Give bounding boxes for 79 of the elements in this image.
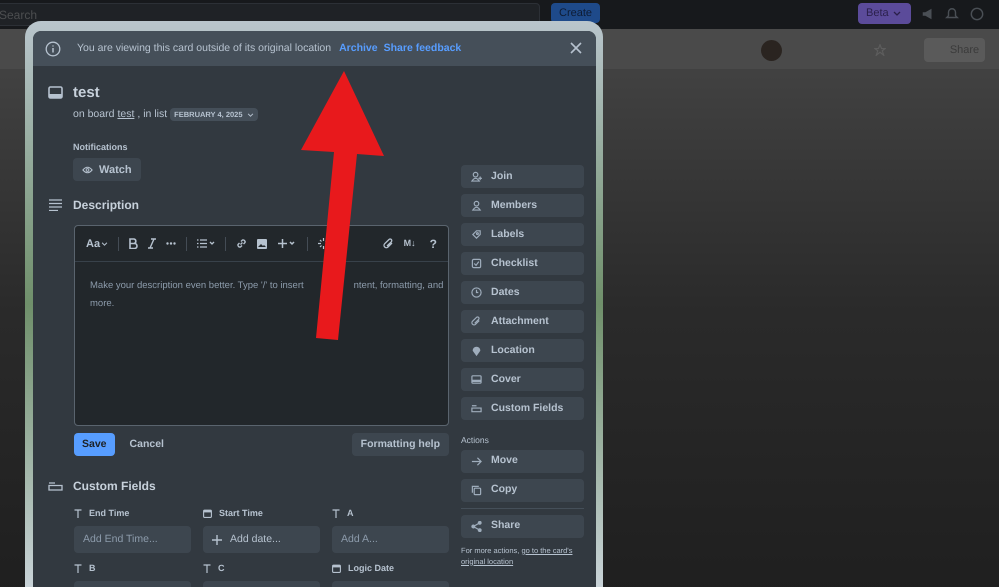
close-icon[interactable] <box>570 42 582 54</box>
field-label: Start Time <box>219 506 263 520</box>
custom-fields-icon <box>471 403 482 414</box>
chevron-icon <box>101 242 108 246</box>
description-placeholder: Make your description even better. Type '/' to insert <box>90 279 304 294</box>
share-icon <box>471 520 482 532</box>
section-heading: Custom Fields <box>73 478 156 496</box>
description-placeholder: more. <box>90 297 114 312</box>
field-label: A <box>347 506 354 520</box>
watch-button[interactable]: Watch <box>73 158 141 182</box>
field-input[interactable]: Add A... <box>332 526 449 554</box>
chevron-icon <box>892 11 901 16</box>
image-icon[interactable] <box>257 238 268 249</box>
card-title: test <box>73 83 101 103</box>
field-label: End Time <box>89 506 130 520</box>
text-icon <box>74 564 82 573</box>
list-icon[interactable] <box>197 239 216 248</box>
field-label: C <box>218 562 224 574</box>
link-icon[interactable] <box>236 238 248 250</box>
description-placeholder: ntent, formatting, and <box>354 279 444 294</box>
cancel-button[interactable]: Cancel <box>114 433 179 456</box>
sidebar-button[interactable]: Members <box>461 194 584 217</box>
description-icon <box>48 199 63 212</box>
text-icon <box>74 508 82 518</box>
person-icon <box>471 200 482 211</box>
eye-icon <box>82 166 93 174</box>
notifications-label: Notifications <box>73 140 129 154</box>
description-editor[interactable]: Aa M↓ ? Make your description even better. Type '/' to insert ntent, formatting, and more. <box>74 225 449 426</box>
clock-icon <box>471 287 482 298</box>
actions-label: Actions <box>461 434 490 447</box>
custom-fields-icon <box>48 482 63 491</box>
field-label: B <box>89 562 96 574</box>
calendar-icon <box>203 508 212 518</box>
sidebar-button[interactable]: Share <box>461 514 584 538</box>
paperclip-icon[interactable] <box>382 238 394 250</box>
tag-icon <box>471 229 482 240</box>
text-style-button[interactable]: Aa <box>86 236 108 252</box>
pin-icon <box>471 345 482 356</box>
save-button[interactable]: Save <box>74 433 115 456</box>
location-text: on board <box>73 107 114 122</box>
italic-icon[interactable] <box>148 238 156 250</box>
chevron-icon <box>246 112 254 117</box>
markdown-toggle[interactable]: M↓ <box>404 237 416 250</box>
section-heading: Description <box>73 197 140 214</box>
person-plus-icon <box>471 171 482 182</box>
plus-icon[interactable] <box>277 238 298 250</box>
banner-message: You are viewing this card outside of its original location <box>77 40 332 56</box>
calendar-icon <box>332 564 341 573</box>
info-icon <box>45 40 61 56</box>
help-button[interactable]: ? <box>430 234 437 253</box>
arrow-icon <box>471 456 482 467</box>
sidebar-button[interactable]: Checklist <box>461 252 584 275</box>
field-input[interactable]: Add End Time... <box>74 526 191 554</box>
more-icon[interactable] <box>166 242 176 246</box>
sidebar-button[interactable]: Dates <box>461 281 584 304</box>
location-text: , in list <box>137 107 168 122</box>
sidebar-button[interactable]: Labels <box>461 223 584 246</box>
sidebar-button[interactable]: Join <box>461 165 584 188</box>
sidebar-button[interactable]: Location <box>461 339 584 362</box>
field-label: Logic Date <box>348 562 394 575</box>
sidebar-button[interactable]: Attachment <box>461 310 584 333</box>
sidebar-button[interactable]: Cover <box>461 368 584 391</box>
sidebar-button[interactable]: Move <box>461 450 584 473</box>
checkbox-icon <box>471 258 482 269</box>
plus-icon <box>212 534 222 545</box>
cover-icon <box>471 374 482 385</box>
paperclip-icon <box>471 316 482 327</box>
banner-link[interactable]: Archive <box>339 40 378 56</box>
bold-icon[interactable] <box>129 238 138 250</box>
card-icon <box>48 86 63 99</box>
text-icon <box>203 564 211 573</box>
copy-icon <box>471 484 482 496</box>
board-link[interactable]: test <box>117 107 134 123</box>
sidebar-button[interactable]: Custom Fields <box>461 397 584 420</box>
banner-link[interactable]: Share feedback <box>384 40 462 56</box>
sidebar-button[interactable]: Copy <box>461 478 584 502</box>
text-icon <box>332 508 340 518</box>
field-input[interactable]: Add date... <box>203 526 320 554</box>
formatting-help-button[interactable]: Formatting help <box>352 433 449 456</box>
